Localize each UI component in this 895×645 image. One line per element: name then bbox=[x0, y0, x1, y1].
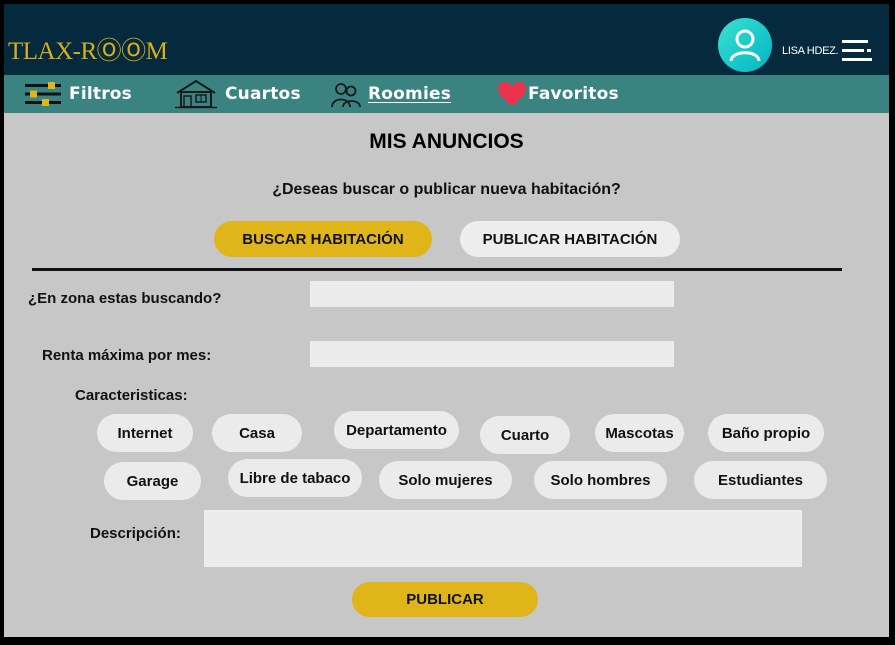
rent-label: Renta máxima por mes: bbox=[42, 347, 212, 364]
publish-room-tab-button[interactable]: PUBLICAR HABITACIÓN bbox=[460, 221, 680, 257]
filter-lines-icon bbox=[25, 82, 61, 106]
feature-chip-casa[interactable]: Casa bbox=[212, 414, 302, 452]
feature-chip-libre-de-tabaco[interactable]: Libre de tabaco bbox=[228, 459, 362, 497]
user-icon bbox=[729, 29, 761, 62]
features-label: Caracteristicas: bbox=[75, 387, 188, 404]
top-bar: TLAX-RⓄⓄM LISA HDEZ. bbox=[4, 4, 889, 75]
page-title: MIS ANUNCIOS bbox=[369, 130, 524, 153]
nav-item-roomies[interactable]: Roomies bbox=[331, 75, 451, 113]
heart-icon bbox=[498, 82, 526, 106]
nav-item-filtros[interactable]: Filtros bbox=[24, 75, 132, 113]
app-frame: TLAX-RⓄⓄM LISA HDEZ. Filtros Cuartos Roo… bbox=[0, 0, 895, 645]
section-divider bbox=[32, 268, 842, 271]
nav-label-cuartos: Cuartos bbox=[225, 84, 301, 104]
feature-chip-mascotas[interactable]: Mascotas bbox=[595, 414, 684, 452]
app-logo[interactable]: TLAX-RⓄⓄM bbox=[8, 31, 168, 67]
user-avatar[interactable] bbox=[718, 18, 772, 72]
nav-label-roomies: Roomies bbox=[368, 84, 452, 104]
publish-submit-button[interactable]: PUBLICAR bbox=[352, 582, 538, 617]
feature-chip-solo-hombres[interactable]: Solo hombres bbox=[534, 461, 667, 499]
feature-chip-bano-propio[interactable]: Baño propio bbox=[708, 414, 824, 452]
zone-input[interactable] bbox=[310, 281, 674, 307]
mode-question: ¿Deseas buscar o publicar nueva habitaci… bbox=[272, 181, 621, 198]
feature-chip-solo-mujeres[interactable]: Solo mujeres bbox=[379, 461, 512, 499]
user-name[interactable]: LISA HDEZ. bbox=[782, 45, 839, 57]
nav-label-favoritos: Favoritos bbox=[528, 84, 619, 104]
house-icon bbox=[175, 79, 217, 109]
zone-label: ¿En zona estas buscando? bbox=[28, 290, 222, 307]
search-room-button[interactable]: BUSCAR HABITACIÓN bbox=[214, 221, 432, 257]
feature-chip-departamento[interactable]: Departamento bbox=[334, 411, 459, 449]
feature-chip-estudiantes[interactable]: Estudiantes bbox=[694, 461, 827, 499]
nav-item-favoritos[interactable]: Favoritos bbox=[497, 75, 619, 113]
feature-chip-internet[interactable]: Internet bbox=[97, 414, 193, 452]
nav-bar: Filtros Cuartos Roomies Favoritos bbox=[4, 75, 889, 113]
nav-label-filtros: Filtros bbox=[69, 84, 132, 104]
rent-input[interactable] bbox=[310, 341, 674, 367]
nav-item-cuartos[interactable]: Cuartos bbox=[174, 75, 301, 113]
description-label: Descripción: bbox=[90, 525, 181, 542]
hamburger-menu-icon[interactable] bbox=[842, 39, 874, 63]
feature-chip-garage[interactable]: Garage bbox=[104, 462, 201, 500]
people-icon bbox=[331, 83, 361, 108]
description-textarea[interactable] bbox=[204, 510, 802, 567]
feature-chip-cuarto[interactable]: Cuarto bbox=[480, 416, 570, 454]
